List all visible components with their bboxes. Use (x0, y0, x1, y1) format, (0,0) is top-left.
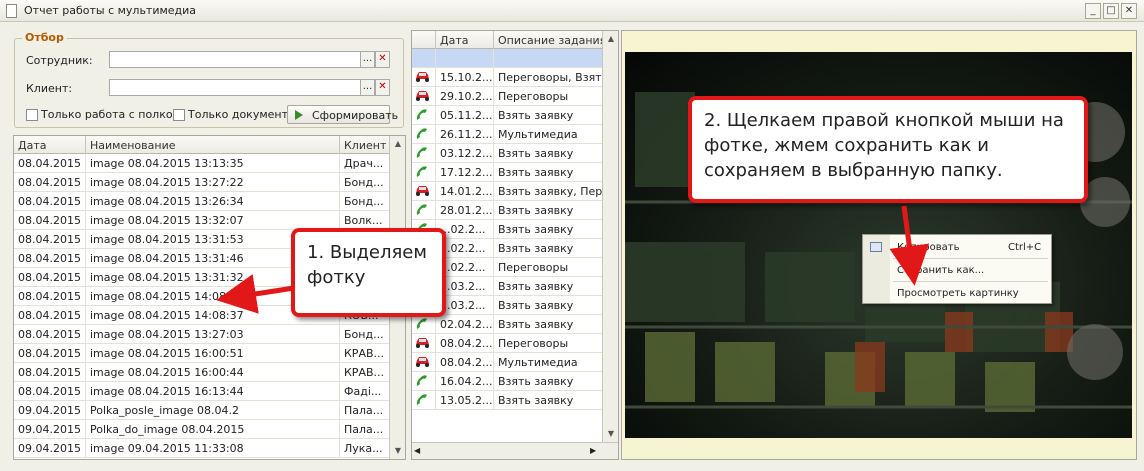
annotation-arrows (216, 205, 930, 314)
arrow-to-photo-row (216, 274, 295, 314)
arrow-to-save-as (889, 205, 930, 286)
